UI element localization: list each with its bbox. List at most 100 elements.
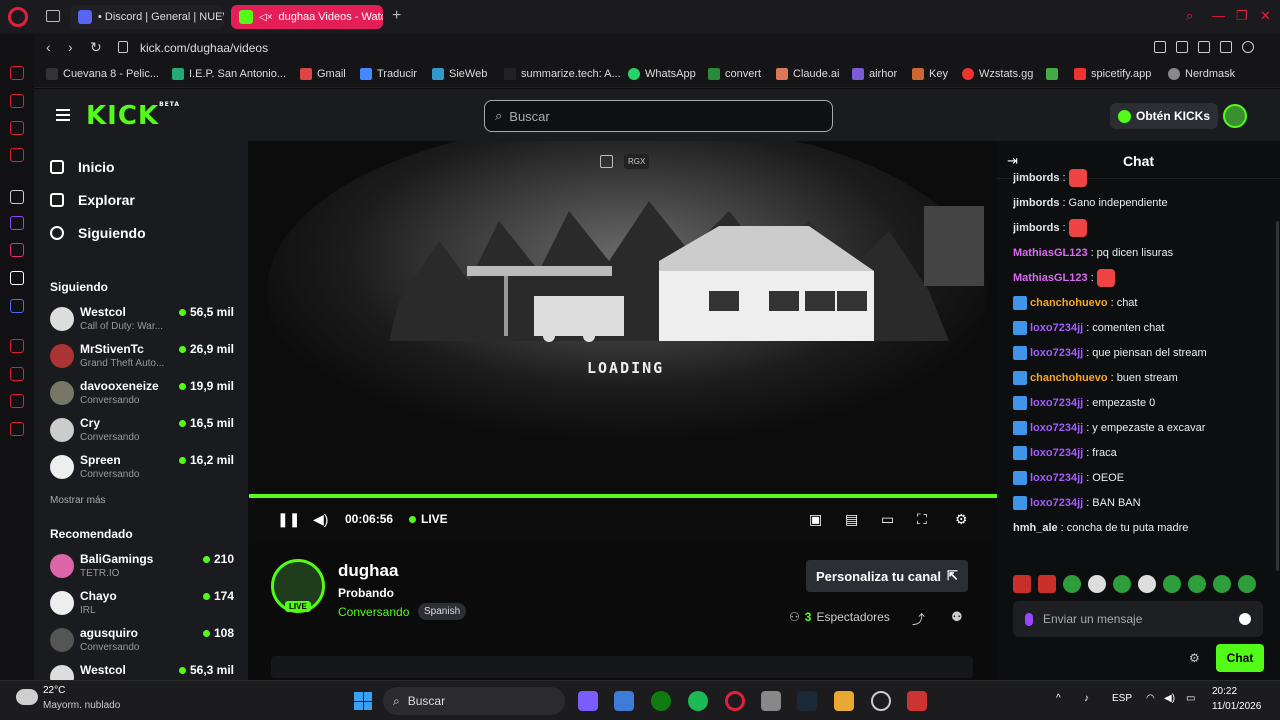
chat-username[interactable]: MathiasGL123 <box>1013 247 1088 259</box>
channel-item[interactable]: Cry Conversando 16,5 mil <box>50 416 236 450</box>
bookmark-item[interactable]: Wzstats.gg <box>962 68 1033 80</box>
url-field[interactable]: kick.com/dughaa/videos <box>140 41 268 55</box>
chevron-up-icon[interactable]: ^ <box>1056 693 1061 704</box>
theater-mode-icon[interactable]: ▭ <box>881 511 894 528</box>
pin-icon[interactable] <box>1154 41 1166 53</box>
fullscreen-icon[interactable]: ⛶ <box>917 511 927 528</box>
pinboard-icon[interactable] <box>10 94 24 108</box>
photos-icon[interactable] <box>614 691 634 711</box>
search-tabs-icon[interactable]: ⌕ <box>1186 8 1193 24</box>
minimize-icon[interactable]: — <box>1212 8 1225 23</box>
instagram-icon[interactable] <box>10 243 24 257</box>
chat-username[interactable]: jimbords <box>1013 222 1059 234</box>
bookmark-item[interactable]: Cuevana 8 - Pelic... <box>46 68 159 80</box>
twitch-icon[interactable] <box>10 216 24 230</box>
chat-username[interactable]: loxo7234jj <box>1030 472 1083 484</box>
chat-username[interactable]: loxo7234jj <box>1030 447 1083 459</box>
show-more-link[interactable]: Mostrar más <box>50 495 106 506</box>
nav-explore[interactable]: Explorar <box>50 192 135 208</box>
snapshot-icon[interactable] <box>1176 41 1188 53</box>
cloud-icon[interactable] <box>16 689 38 705</box>
emote-icon[interactable] <box>1238 575 1256 593</box>
game-icon[interactable] <box>10 121 24 135</box>
rgx-badge[interactable]: RGX <box>624 154 650 169</box>
bookmark-item[interactable]: summarize.tech: A... <box>504 68 621 80</box>
weather-description[interactable]: Mayorm. nublado <box>43 700 120 711</box>
extensions-icon[interactable] <box>10 394 24 408</box>
windows-start-icon[interactable] <box>354 692 372 710</box>
channel-item[interactable]: agusquiro Conversando 108 <box>50 626 236 660</box>
chat-scrollbar[interactable] <box>1276 221 1279 571</box>
tab-overview-icon[interactable] <box>46 10 60 22</box>
stream-category[interactable]: Conversando <box>338 605 409 619</box>
bookmark-item[interactable]: Claude.ai <box>776 68 839 80</box>
heart-icon[interactable] <box>1242 41 1254 53</box>
speaker-icon[interactable]: ◁× <box>259 12 273 23</box>
tiktok-icon[interactable] <box>10 271 24 285</box>
bookmark-item[interactable]: I.E.P. San Antonio... <box>172 68 286 80</box>
reload-icon[interactable]: ↻ <box>90 39 102 56</box>
tab-kick[interactable]: ◁× dughaa Videos - Watc <box>231 5 383 29</box>
chat-username[interactable]: jimbords <box>1013 172 1059 184</box>
channel-item[interactable]: MrStivenTc Grand Theft Auto... 26,9 mil <box>50 342 236 376</box>
clock-time[interactable]: 20:22 <box>1212 686 1237 697</box>
emote-icon[interactable] <box>1038 575 1056 593</box>
emote-icon[interactable] <box>1063 575 1081 593</box>
game-app-icon[interactable] <box>834 691 854 711</box>
send-icon[interactable] <box>1220 41 1232 53</box>
settings-taskbar-icon[interactable] <box>761 691 781 711</box>
volume-icon[interactable]: ◀) <box>313 511 328 528</box>
nav-following[interactable]: Siguiendo <box>50 225 146 241</box>
channel-item[interactable]: Westcol Call of Duty: War... 56,5 mil <box>50 305 236 339</box>
chat-username[interactable]: loxo7234jj <box>1030 422 1083 434</box>
chat-settings-icon[interactable]: ⚙ <box>1189 651 1200 665</box>
emote-icon[interactable] <box>1188 575 1206 593</box>
xbox-icon[interactable] <box>651 691 671 711</box>
back-icon[interactable]: ‹ <box>46 39 51 55</box>
mic-icon[interactable] <box>1025 612 1033 626</box>
bookmark-item[interactable]: Gmail <box>300 68 346 80</box>
discord-sidebar-icon[interactable] <box>10 299 24 313</box>
user-avatar[interactable] <box>1223 104 1247 128</box>
nav-home[interactable]: Inicio <box>50 159 115 175</box>
opera-logo-icon[interactable] <box>8 7 28 27</box>
channel-item[interactable]: davooxeneize Conversando 19,9 mil <box>50 379 236 413</box>
steam-icon[interactable] <box>797 691 817 711</box>
chat-username[interactable]: chanchohuevo <box>1030 372 1108 384</box>
chat-username[interactable]: loxo7234jj <box>1030 497 1083 509</box>
chat-username[interactable]: hmh_ale <box>1013 547 1058 549</box>
emote-icon[interactable] <box>1013 575 1031 593</box>
channel-item[interactable]: Chayo IRL 174 <box>50 589 236 623</box>
forward-icon[interactable]: › <box>68 39 73 55</box>
menu-icon[interactable] <box>56 109 70 124</box>
chatgpt-icon[interactable] <box>10 190 24 204</box>
chat-username[interactable]: hmh_ale <box>1013 522 1058 534</box>
tab-discord[interactable]: • Discord | General | NUEV <box>70 5 224 29</box>
emote-icon[interactable] <box>1213 575 1231 593</box>
language-tag[interactable]: Spanish <box>418 603 467 620</box>
shield-icon[interactable] <box>1198 41 1210 53</box>
wifi-icon[interactable]: ◠ <box>1146 693 1155 704</box>
taskbar-search[interactable]: ⌕ Buscar <box>383 687 565 715</box>
miniplayer-icon[interactable]: ▣ <box>809 511 822 528</box>
app-red-icon[interactable] <box>907 691 927 711</box>
settings-icon[interactable] <box>10 422 24 436</box>
follow-user-icon[interactable]: ⚉ <box>951 609 963 625</box>
history-icon[interactable] <box>10 367 24 381</box>
chat-input[interactable]: Enviar un mensaje <box>1013 601 1263 637</box>
bookmark-item[interactable] <box>1046 68 1058 80</box>
chat-username[interactable]: loxo7234jj <box>1030 347 1083 359</box>
spotify-icon[interactable] <box>688 691 708 711</box>
volume-tray-icon[interactable]: ◀) <box>1164 693 1175 704</box>
customize-channel-button[interactable]: Personaliza tu canal ⇱ <box>806 560 968 592</box>
mail-icon[interactable] <box>10 148 24 162</box>
search-input[interactable]: ⌕ Buscar <box>484 100 833 132</box>
share-icon[interactable]: ⤴ <box>912 609 925 628</box>
maximize-icon[interactable]: ❐ <box>1236 8 1248 24</box>
channel-item[interactable]: Westcol 56,3 mil <box>50 663 236 680</box>
chat-username[interactable]: jimbords <box>1013 197 1059 209</box>
player-icon[interactable] <box>10 339 24 353</box>
microphone-icon[interactable]: ♪ <box>1084 693 1089 704</box>
streamer-name[interactable]: dughaa <box>338 561 398 581</box>
video-player[interactable]: RGX LOADING ❚❚ ◀) 00:06:56 LIVE ▣ ▤ ▭ ⛶ … <box>249 141 997 541</box>
